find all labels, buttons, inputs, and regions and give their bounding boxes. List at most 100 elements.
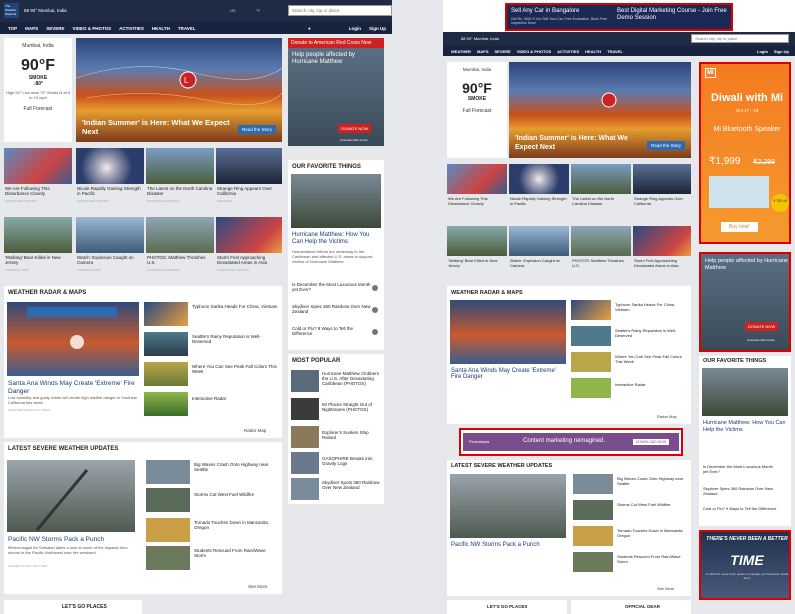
favorite-item[interactable]: Cold or Flu? 9 Ways to Tell the Differen…	[292, 326, 372, 336]
thumb-image[interactable]	[4, 217, 72, 253]
popular-item[interactable]: GASOPHIRE Breaks into Gravity Logs	[322, 456, 380, 466]
side-caption[interactable]: Seattle's Rainy Reputation is Well-Deser…	[615, 328, 687, 338]
radar-title[interactable]: Santa Ana Winds May Create 'Extreme' Fir…	[451, 368, 567, 380]
thumb-caption[interactable]: Storm Fest Approaching Devastated Areas …	[217, 255, 283, 265]
popular-thumb[interactable]	[291, 398, 319, 420]
search-input[interactable]: Search city, zip or place	[691, 34, 789, 43]
side-caption[interactable]: Where You Can See Peak Fall Colors This …	[192, 364, 278, 374]
thumb-caption[interactable]: Strange Ring Appears Over California	[634, 196, 690, 206]
thumb-caption[interactable]: Watch: Explosion Caught on Camera	[510, 258, 568, 268]
favorite-item[interactable]: Cold or Flu? 9 Ways to Tell the Differen…	[703, 506, 779, 511]
side-caption[interactable]: Students Rescued From Rain/Wave Storm	[617, 554, 687, 564]
download-button[interactable]: DOWNLOAD NOW	[633, 439, 670, 445]
signup-link[interactable]: Sign Up	[774, 49, 789, 54]
thumb-image[interactable]	[633, 226, 691, 256]
thumb-caption[interactable]: We Are Following This Disturbance Closel…	[448, 196, 506, 206]
thumb-caption[interactable]: The Latest on the North Carolina Disaste…	[147, 186, 213, 196]
thumb-image[interactable]	[447, 164, 507, 194]
side-thumb[interactable]	[571, 378, 611, 398]
read-story-button[interactable]: Read the Story	[237, 125, 276, 134]
thumb-image[interactable]	[509, 226, 569, 256]
severe-video[interactable]	[7, 460, 135, 532]
side-thumb[interactable]	[573, 474, 613, 494]
top-ad-right-title[interactable]: Best Digital Marketing Course - Join Fre…	[617, 8, 729, 22]
search-input[interactable]: Search city, zip or place	[288, 5, 392, 16]
nav-item[interactable]: ACTIVITIES	[119, 26, 144, 31]
nav-item[interactable]: HEALTH	[152, 26, 170, 31]
favorite-item[interactable]: Is December the Most Luxurious Month yet…	[703, 464, 779, 474]
side-thumb[interactable]	[571, 352, 611, 372]
location-label[interactable]: 88 90° Mumbai, India	[24, 8, 67, 13]
side-thumb[interactable]	[573, 500, 613, 520]
login-link[interactable]: Login	[349, 26, 361, 31]
favorite-title[interactable]: Hurricane Matthew: How You Can Help the …	[703, 420, 787, 433]
see-more-link[interactable]: See More	[248, 584, 268, 589]
diwali-ad[interactable]: MI Diwali with Mi Oct 17 - 19 Mi Bluetoo…	[699, 62, 791, 244]
location-label[interactable]: 88 90° Mumbai, India	[461, 36, 499, 41]
side-caption[interactable]: Typhoon Sarika Heads For China, Vietnam	[192, 304, 278, 309]
thumb-image[interactable]	[216, 217, 282, 253]
radar-title[interactable]: Santa Ana Winds May Create 'Extreme' Fir…	[8, 380, 138, 395]
hero-story[interactable]: L 'Indian Summer' is Here: What We Expec…	[76, 38, 282, 142]
thumb-caption[interactable]: Strange Ring Appears Over California	[217, 186, 283, 196]
popular-thumb[interactable]	[291, 370, 319, 392]
popular-thumb[interactable]	[291, 426, 319, 448]
nav-item[interactable]: VIDEO & PHOTOS	[517, 49, 551, 54]
severe-video[interactable]	[450, 474, 566, 538]
side-thumb[interactable]	[571, 300, 611, 320]
red-cross-ad[interactable]: Help people affected by Hurricane Matthe…	[699, 252, 791, 352]
thumb-caption[interactable]: Nicole Rapidly Gaining Strength in Pacif…	[77, 186, 143, 196]
severe-title[interactable]: Pacific NW Storms Pack a Punch	[8, 536, 136, 543]
side-caption[interactable]: Typhoon Sarika Heads For China, Vietnam	[615, 302, 687, 312]
side-caption[interactable]: Storms Cut West Fuel Wildfire	[194, 492, 278, 497]
donate-button[interactable]: DONATE NOW	[745, 322, 779, 331]
thumb-caption[interactable]: Storm Fest Approaching Devastated Areas …	[634, 258, 690, 268]
side-thumb[interactable]	[571, 326, 611, 346]
side-thumb[interactable]	[144, 332, 188, 356]
side-thumb[interactable]	[146, 488, 190, 512]
thumb-caption[interactable]: 'Walking' Bear Killed in New Jersey	[5, 255, 71, 265]
nav-item[interactable]: SEVERE	[495, 49, 511, 54]
thumb-image[interactable]	[571, 226, 631, 256]
current-conditions[interactable]: Mumbai, India 90°F SMOKE ↓80° High 92° L…	[4, 38, 72, 142]
thumb-caption[interactable]: 'Walking' Bear Killed in New Jersey	[448, 258, 506, 268]
play-icon[interactable]	[372, 307, 378, 313]
weather-channel-logo[interactable]: The Weather Channel	[4, 3, 19, 18]
popular-item[interactable]: Hurricane Matthew Clobbers the U.S. Afte…	[322, 371, 380, 386]
favorite-image[interactable]	[291, 174, 381, 228]
thumb-image[interactable]	[571, 164, 631, 194]
temp-unit-selector[interactable]: °F	[256, 8, 260, 13]
thumb-image[interactable]	[76, 148, 144, 184]
popular-thumb[interactable]	[291, 478, 319, 500]
side-thumb[interactable]	[573, 552, 613, 572]
radar-map-link[interactable]: Radar Map	[244, 428, 266, 433]
thumb-image[interactable]	[509, 164, 569, 194]
side-caption[interactable]: Tornado Touches Down in Manzanita, Orego…	[194, 520, 278, 530]
thumb-image[interactable]	[76, 217, 144, 253]
nav-item[interactable]: MAPS	[25, 26, 38, 31]
side-thumb[interactable]	[144, 392, 188, 416]
thumb-caption[interactable]: The Latest on the North Carolina Disaste…	[572, 196, 630, 206]
time-ad[interactable]: THERE'S NEVER BEEN A BETTER TIME In 2016…	[699, 530, 791, 600]
buy-now-button[interactable]: Buy now!	[721, 222, 758, 232]
thumb-caption[interactable]: PHOTOS: Matthew Thrashes U.S.	[147, 255, 213, 265]
thumb-image[interactable]	[633, 164, 691, 194]
severe-title[interactable]: Pacific NW Storms Pack a Punch	[451, 542, 567, 548]
side-thumb[interactable]	[146, 518, 190, 542]
content-ad[interactable]: Pennatopia Content marketing reimagined.…	[459, 428, 683, 456]
unit-selector[interactable]: US	[230, 8, 236, 13]
side-caption[interactable]: Seattle's Rainy Reputation is Well-Deser…	[192, 334, 278, 344]
side-caption[interactable]: Students Rescued From Rain/Wave Storm	[194, 548, 278, 558]
popular-thumb[interactable]	[291, 452, 319, 474]
side-thumb[interactable]	[146, 546, 190, 570]
thumb-image[interactable]	[216, 148, 282, 184]
popular-item[interactable]: 50 Places Straight Out of Nightmares (PH…	[322, 402, 380, 412]
popular-item[interactable]: Skydiver Spots 360 Rainbow Over New Zeal…	[322, 480, 380, 490]
favorite-item[interactable]: Skydiver Spies 360 Rainbow Over New Zeal…	[292, 304, 372, 314]
radar-video[interactable]	[450, 300, 566, 364]
play-icon[interactable]	[372, 329, 378, 335]
side-caption[interactable]: Tornado Touches Down in Manzanita, Orego…	[617, 528, 687, 538]
favorite-title[interactable]: Hurricane Matthew: How You Can Help the …	[292, 232, 380, 246]
donate-button[interactable]: DONATE NOW	[338, 124, 372, 133]
nav-item[interactable]: VIDEO & PHOTOS	[72, 26, 111, 31]
